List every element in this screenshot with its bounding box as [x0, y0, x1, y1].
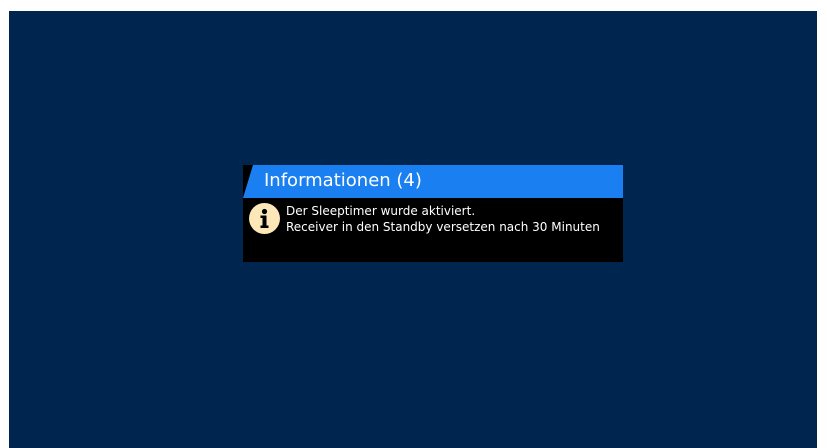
- info-dialog: Informationen (4) Der Sleeptimer wurde a…: [243, 165, 623, 262]
- info-icon: [249, 203, 280, 234]
- dialog-title: Informationen (4): [264, 170, 422, 191]
- dialog-message: Der Sleeptimer wurde aktiviert. Receiver…: [286, 203, 600, 235]
- dialog-header: Informationen (4): [243, 165, 623, 198]
- message-line-2: Receiver in den Standby versetzen nach 3…: [286, 220, 600, 234]
- tv-screen: Informationen (4) Der Sleeptimer wurde a…: [9, 11, 817, 448]
- message-line-1: Der Sleeptimer wurde aktiviert.: [286, 204, 476, 218]
